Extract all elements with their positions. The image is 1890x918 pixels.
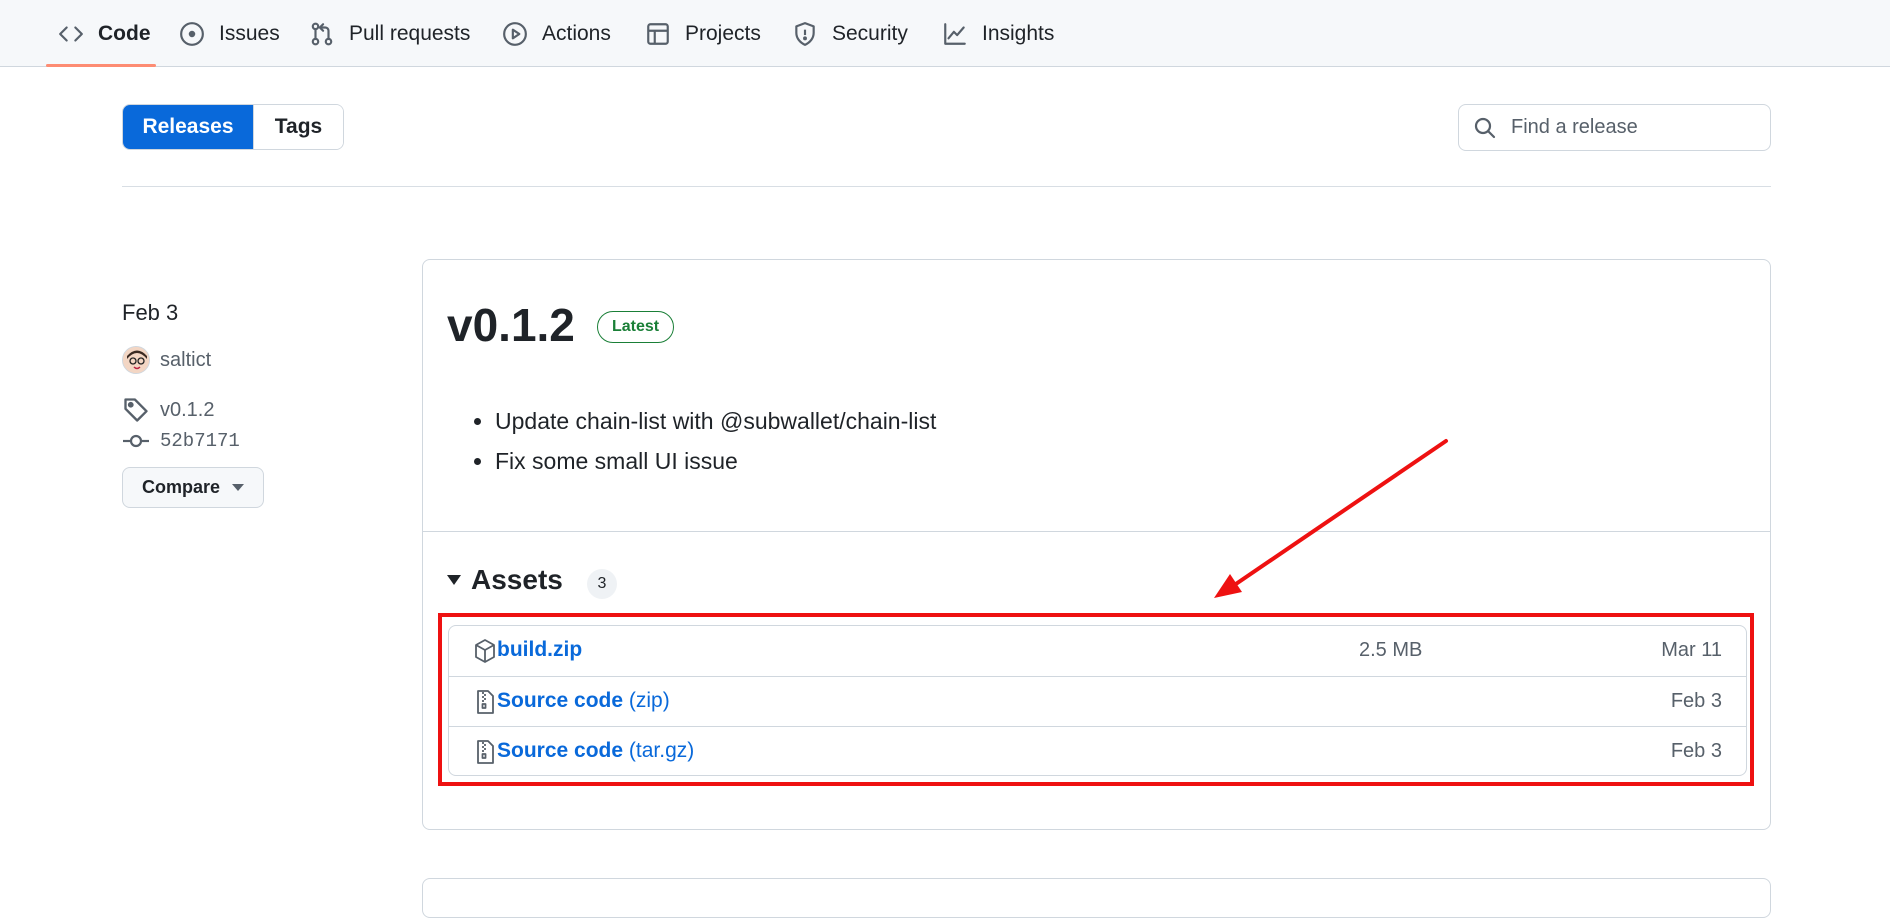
latest-badge: Latest [597, 311, 675, 343]
next-release-card [422, 878, 1771, 918]
repo-nav: Code Issues Pull requests Actions Projec… [0, 0, 1890, 67]
tags-button[interactable]: Tags [253, 105, 343, 149]
code-icon [59, 25, 83, 42]
triangle-down-icon [232, 483, 245, 491]
tab-projects-label: Projects [685, 21, 761, 45]
tab-pull-requests-label: Pull requests [349, 21, 471, 45]
table-icon [647, 22, 669, 45]
graph-icon [944, 22, 966, 45]
tag-icon [124, 398, 148, 422]
release-date: Feb 3 [122, 300, 179, 325]
releases-button[interactable]: Releases [123, 105, 253, 149]
releases-tags-toggle: Releases Tags [122, 104, 344, 150]
tag-name: v0.1.2 [160, 398, 215, 421]
tab-insights[interactable]: Insights [942, 0, 1054, 67]
tab-issues[interactable]: Issues [179, 0, 280, 67]
tab-insights-label: Insights [982, 21, 1055, 45]
divider [122, 186, 1771, 187]
assets-heading: Assets [471, 564, 563, 595]
avatar [122, 346, 150, 374]
commit-sha: 52b7171 [160, 430, 240, 452]
tab-issues-label: Issues [219, 21, 280, 45]
active-tab-indicator [46, 64, 156, 67]
git-pull-request-icon [311, 22, 333, 45]
assets-count-badge: 3 [587, 569, 617, 599]
tab-code-label: Code [98, 21, 151, 45]
git-commit-icon [123, 434, 149, 448]
release-notes: Update chain-list with @subwallet/chain-… [459, 408, 936, 488]
highlight-box [438, 613, 1754, 786]
release-note-item: Update chain-list with @subwallet/chain-… [495, 408, 936, 435]
tab-actions[interactable]: Actions [502, 0, 611, 67]
card-divider [423, 531, 1770, 532]
tab-code[interactable]: Code [58, 0, 151, 67]
compare-label: Compare [141, 477, 221, 497]
release-tag-link[interactable]: v0.1.2 [122, 396, 214, 424]
tab-security-label: Security [832, 21, 908, 45]
commit-link[interactable]: 52b7171 [122, 430, 240, 452]
tab-security[interactable]: Security [792, 0, 908, 67]
issue-opened-icon [180, 21, 204, 46]
shield-icon [795, 21, 815, 46]
author[interactable]: saltict [122, 346, 211, 374]
release-search [1458, 104, 1771, 151]
tab-actions-label: Actions [542, 21, 611, 45]
assets-toggle[interactable]: Assets [447, 564, 563, 596]
tab-projects[interactable]: Projects [645, 0, 761, 67]
release-title[interactable]: v0.1.2 [447, 298, 575, 352]
compare-button[interactable]: Compare [122, 467, 264, 508]
tab-pull-requests[interactable]: Pull requests [309, 0, 470, 67]
search-icon [1474, 117, 1496, 138]
search-input[interactable] [1509, 115, 1753, 140]
triangle-down-icon [447, 575, 461, 585]
play-icon [503, 21, 527, 46]
author-name: saltict [160, 348, 212, 371]
release-note-item: Fix some small UI issue [495, 448, 936, 475]
